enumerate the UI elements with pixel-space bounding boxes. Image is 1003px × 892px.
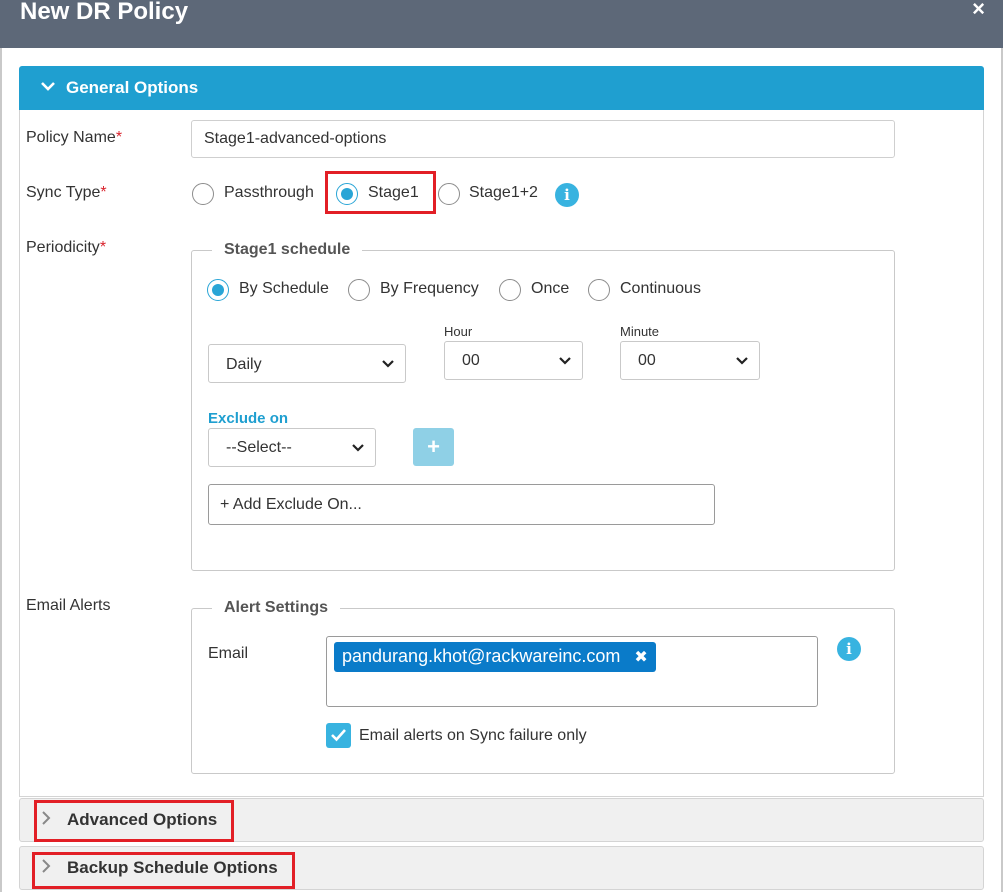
once-label: Once [531, 280, 570, 297]
chevron-down-icon [41, 78, 55, 95]
sync-type-stage1-2-radio[interactable] [438, 183, 460, 205]
dialog-titlebar: New DR Policy × [0, 0, 1003, 48]
policy-name-value: Stage1-advanced-options [204, 130, 387, 147]
exclude-on-list-input[interactable]: + Add Exclude On... [208, 484, 715, 525]
backup-schedule-highlight-box [32, 852, 295, 889]
periodicity-label: Periodicity* [26, 239, 107, 256]
email-field-label: Email [208, 645, 249, 662]
by-frequency-radio[interactable] [348, 279, 370, 301]
exclude-on-label: Exclude on [208, 410, 289, 427]
general-options-header[interactable]: General Options [19, 66, 984, 110]
caret-down-icon [736, 357, 748, 365]
hour-select-value: 00 [462, 352, 480, 369]
add-exclude-button[interactable]: + [413, 428, 454, 466]
hour-select[interactable]: 00 [444, 341, 583, 380]
sync-type-info-icon[interactable]: i [555, 183, 579, 207]
policy-name-input[interactable]: Stage1-advanced-options [191, 120, 895, 158]
sync-type-passthrough-label: Passthrough [224, 184, 314, 201]
minute-select[interactable]: 00 [620, 341, 760, 380]
alert-settings-legend: Alert Settings [212, 599, 341, 617]
sync-type-label: Sync Type* [26, 184, 107, 201]
by-schedule-radio[interactable] [207, 279, 229, 301]
email-chip-text: pandurang.khot@rackwareinc.com [342, 646, 621, 666]
exclude-on-placeholder: + Add Exclude On... [220, 496, 362, 513]
dialog-left-border [0, 48, 2, 892]
email-info-icon[interactable]: i [837, 637, 861, 661]
hour-label: Hour [444, 324, 473, 339]
email-alerts-label: Email Alerts [26, 597, 111, 614]
remove-email-icon[interactable]: ✖ [634, 649, 647, 666]
frequency-select[interactable]: Daily [208, 344, 406, 383]
caret-down-icon [559, 357, 571, 365]
dialog-title: New DR Policy [20, 0, 189, 25]
email-chip: pandurang.khot@rackwareinc.com ✖ [334, 642, 656, 672]
sync-type-stage1-label: Stage1 [368, 184, 419, 201]
general-options-label: General Options [66, 78, 199, 97]
sync-type-stage1-radio[interactable] [336, 183, 358, 205]
by-frequency-label: By Frequency [380, 280, 479, 297]
minute-select-value: 00 [638, 352, 656, 369]
once-radio[interactable] [499, 279, 521, 301]
minute-label: Minute [620, 324, 660, 339]
stage1-schedule-legend: Stage1 schedule [212, 241, 363, 259]
continuous-label: Continuous [620, 280, 701, 297]
check-icon [331, 729, 346, 742]
caret-down-icon [352, 444, 364, 452]
policy-name-label: Policy Name* [26, 129, 123, 146]
sync-failure-only-checkbox[interactable] [326, 723, 351, 748]
close-icon[interactable]: × [972, 0, 985, 22]
sync-failure-only-label: Email alerts on Sync failure only [359, 727, 587, 744]
continuous-radio[interactable] [588, 279, 610, 301]
by-schedule-label: By Schedule [239, 280, 329, 297]
frequency-select-value: Daily [226, 356, 262, 373]
exclude-on-select[interactable]: --Select-- [208, 428, 376, 467]
exclude-on-select-value: --Select-- [226, 439, 292, 456]
advanced-options-highlight-box [34, 800, 234, 842]
sync-type-stage1-2-label: Stage1+2 [469, 184, 538, 201]
sync-type-passthrough-radio[interactable] [192, 183, 214, 205]
caret-down-icon [382, 360, 394, 368]
